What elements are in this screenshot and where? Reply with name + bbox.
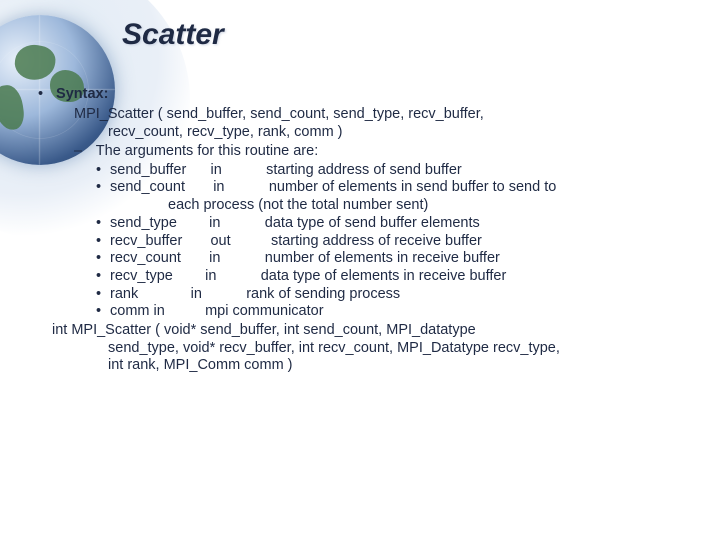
arg-row: •rank in rank of sending process [96,286,690,304]
slide-body: • Syntax: MPI_Scatter ( send_buffer, sen… [38,86,690,375]
arg-dir: in [211,162,222,178]
arg-row: •recv_count in number of elements in rec… [96,250,690,268]
arg-name: recv_buffer [110,233,182,249]
arg-dir: out [210,233,230,249]
c-prototype-line3: int rank, MPI_Comm comm ) [108,357,690,375]
arg-desc: starting address of receive buffer [271,233,482,249]
arg-name: send_count [110,179,185,195]
bullet-icon: • [96,162,110,180]
arguments-intro: – The arguments for this routine are: [74,143,690,161]
bullet-icon: • [96,233,110,251]
bullet-icon: • [96,268,110,286]
arg-name: recv_count [110,250,181,266]
bullet-icon: • [96,215,110,233]
call-signature-line2: recv_count, recv_type, rank, comm ) [108,124,690,142]
slide: Scatter • Syntax: MPI_Scatter ( send_buf… [0,0,720,540]
arg-desc: mpi communicator [205,303,323,319]
arg-name: rank [110,286,138,302]
arg-name: send_buffer [110,162,186,178]
bullet-icon: • [96,286,110,304]
arg-row: •send_buffer in starting address of send… [96,162,690,180]
arguments-list: •send_buffer in starting address of send… [96,162,690,321]
c-prototype-line1: int MPI_Scatter ( void* send_buffer, int… [52,322,690,340]
arg-row: •recv_type in data type of elements in r… [96,268,690,286]
arg-desc: data type of elements in receive buffer [261,268,507,284]
arg-row-continuation: each process (not the total number sent) [168,197,690,215]
arg-name: comm in [110,303,165,319]
slide-title: Scatter [122,18,690,52]
bullet-icon: • [96,179,110,197]
arg-dir: in [209,250,220,266]
arg-name: send_type [110,215,177,231]
arg-dir: in [205,268,216,284]
syntax-heading: • Syntax: [38,86,690,104]
c-prototype-line2: send_type, void* recv_buffer, int recv_c… [108,340,690,358]
arg-desc: number of elements in send buffer to sen… [269,179,557,195]
arg-desc: data type of send buffer elements [265,215,480,231]
arg-dir: in [209,215,220,231]
bullet-icon: • [96,303,110,321]
bullet-icon: • [96,250,110,268]
arg-desc: rank of sending process [246,286,400,302]
bullet-icon: • [38,86,52,104]
arg-row: •comm in mpi communicator [96,303,690,321]
arg-desc: number of elements in receive buffer [265,250,500,266]
arg-desc: starting address of send buffer [266,162,462,178]
arguments-intro-text: The arguments for this routine are: [96,143,318,159]
syntax-label: Syntax: [56,86,108,102]
arg-name: recv_type [110,268,173,284]
arg-dir: in [191,286,202,302]
arg-dir: in [213,179,224,195]
arg-row: •send_type in data type of send buffer e… [96,215,690,233]
dash-icon: – [74,143,92,161]
call-signature-line1: MPI_Scatter ( send_buffer, send_count, s… [74,106,690,124]
arg-row: •recv_buffer out starting address of rec… [96,233,690,251]
arg-row: •send_count in number of elements in sen… [96,179,690,197]
